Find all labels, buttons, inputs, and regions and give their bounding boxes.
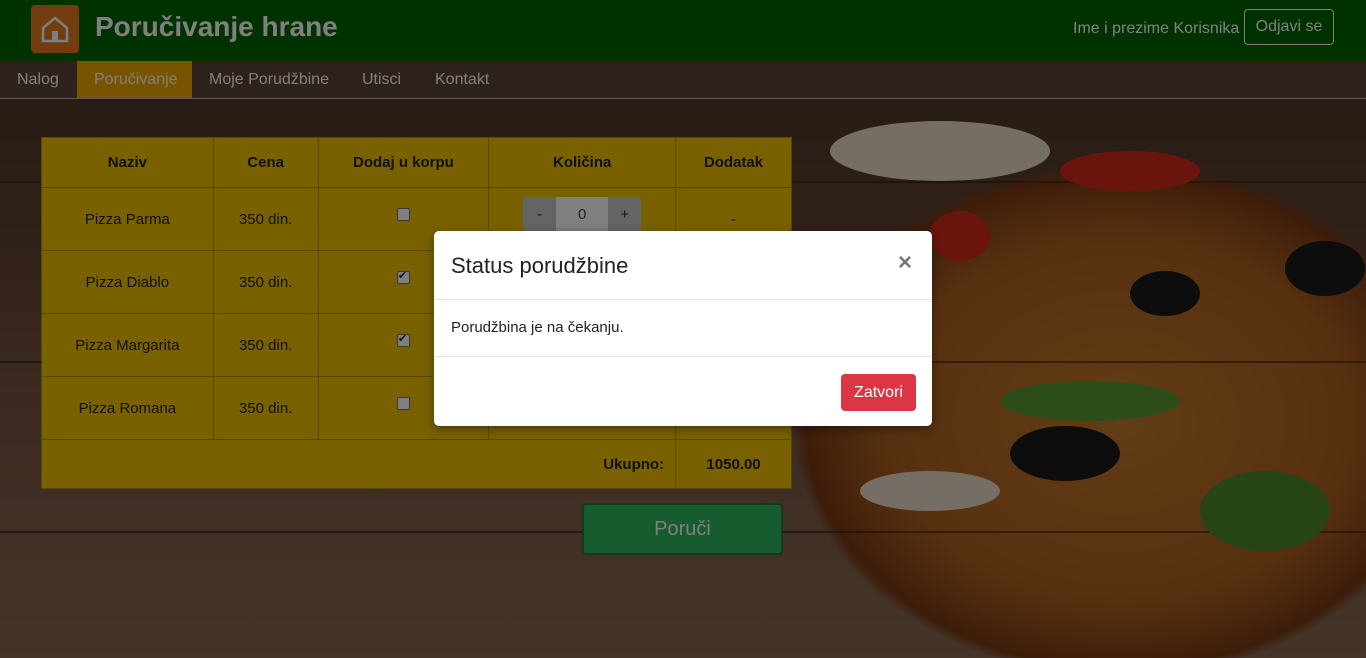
order-status-modal: Status porudžbine × Porudžbina je na ček… xyxy=(434,231,932,426)
close-modal-button[interactable]: Zatvori xyxy=(841,374,916,411)
close-icon[interactable]: × xyxy=(898,249,912,277)
modal-footer: Zatvori xyxy=(434,356,932,427)
modal-title: Status porudžbine xyxy=(451,253,629,278)
modal-header: Status porudžbine × xyxy=(434,231,932,300)
modal-message: Porudžbina je na čekanju. xyxy=(451,319,624,336)
